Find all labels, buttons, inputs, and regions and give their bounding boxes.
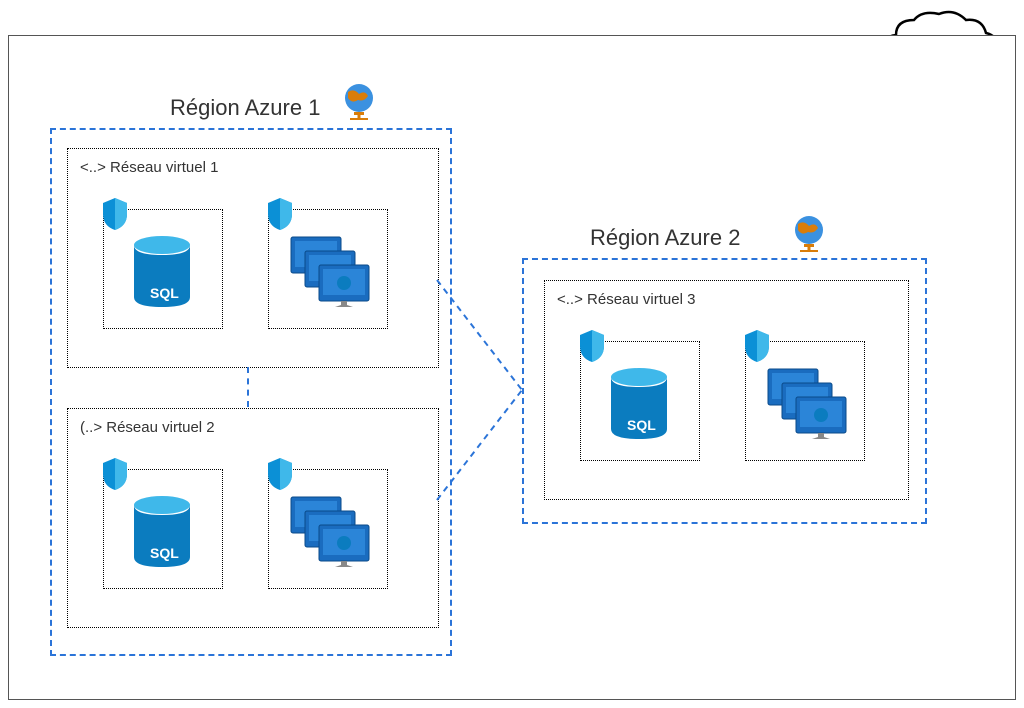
vm-stack-icon: [289, 235, 374, 310]
sql-database-icon: SQL: [132, 235, 192, 310]
vm-resource: [268, 209, 388, 329]
sql-label: SQL: [150, 545, 179, 561]
vnet2-box: (..> Réseau virtuel 2 SQL: [67, 408, 439, 628]
vnet3-box: <..> Réseau virtuel 3 SQL: [544, 280, 909, 500]
shield-icon: [99, 456, 131, 492]
vnet1-box: <..> Réseau virtuel 1 SQL: [67, 148, 439, 368]
sql-label: SQL: [627, 417, 656, 433]
shield-icon: [264, 196, 296, 232]
vnet3-label: <..> Réseau virtuel 3: [557, 291, 695, 308]
vm-resource: [268, 469, 388, 589]
shield-icon: [264, 456, 296, 492]
region2-title: Région Azure 2: [590, 225, 740, 251]
sql-resource: SQL: [103, 469, 223, 589]
shield-icon: [99, 196, 131, 232]
sql-database-icon: SQL: [132, 495, 192, 570]
region1-title: Région Azure 1: [170, 95, 320, 121]
connection-line: [247, 367, 249, 407]
sql-database-icon: SQL: [609, 367, 669, 442]
sql-resource: SQL: [103, 209, 223, 329]
region2-box: <..> Réseau virtuel 3 SQL: [522, 258, 927, 524]
vnet2-label: (..> Réseau virtuel 2: [80, 419, 215, 436]
shield-icon: [741, 328, 773, 364]
vnet1-label: <..> Réseau virtuel 1: [80, 159, 218, 176]
shield-icon: [576, 328, 608, 364]
vm-resource: [745, 341, 865, 461]
region1-box: <..> Réseau virtuel 1 SQL (..> Réseau vi…: [50, 128, 452, 656]
sql-resource: SQL: [580, 341, 700, 461]
vm-stack-icon: [289, 495, 374, 570]
globe-icon: [790, 214, 828, 256]
globe-icon: [340, 82, 378, 124]
vm-stack-icon: [766, 367, 851, 442]
sql-label: SQL: [150, 285, 179, 301]
